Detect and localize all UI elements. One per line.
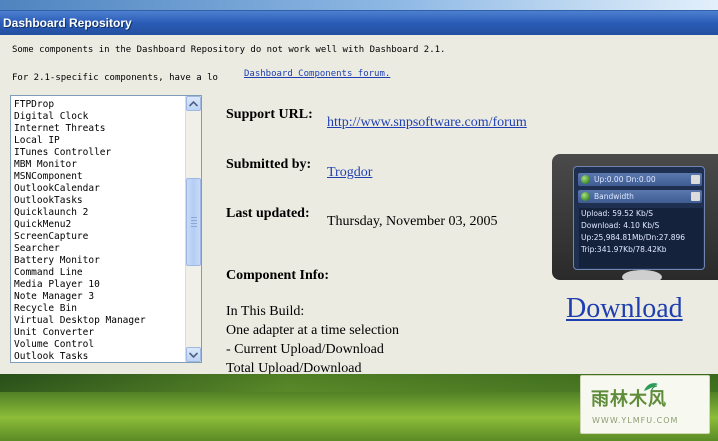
component-list-items: FTPDrop Digital Clock Internet Threats L…	[14, 99, 182, 362]
list-item[interactable]: Searcher	[14, 243, 182, 255]
preview-stand	[622, 270, 662, 280]
preview-speed-text: Up:0.00 Dn:0.00	[594, 175, 656, 184]
list-item[interactable]: Outlook Tasks	[14, 351, 182, 362]
component-list[interactable]: FTPDrop Digital Clock Internet Threats L…	[10, 95, 202, 363]
preview-stat-line: Up:25,984.81Mb/Dn:27.896	[581, 233, 686, 242]
scroll-thumb[interactable]	[186, 178, 201, 266]
list-item[interactable]: Volume Control	[14, 339, 182, 351]
list-item[interactable]: Internet Threats	[14, 123, 182, 135]
list-item[interactable]: OutlookCalendar	[14, 183, 182, 195]
preview-stat-line: Upload: 59.52 Kb/S	[581, 209, 654, 218]
preview-stat-line: Download: 4.10 Kb/S	[581, 221, 660, 230]
download-link[interactable]: Download	[566, 293, 683, 325]
list-item[interactable]: Command Line	[14, 267, 182, 279]
preview-stat-line: Trip:341.97Kb/78.42Kb	[581, 245, 667, 254]
chevron-down-icon	[189, 351, 198, 358]
list-item[interactable]: Media Player 10	[14, 279, 182, 291]
notice-panel: Some components in the Dashboard Reposit…	[0, 35, 718, 95]
last-updated-label: Last updated:	[226, 206, 310, 221]
compatibility-warning: Some components in the Dashboard Reposit…	[12, 45, 446, 55]
list-item[interactable]: MSNComponent	[14, 171, 182, 183]
preview-button-icon	[691, 192, 700, 201]
scroll-up-button[interactable]	[186, 96, 201, 111]
network-globe-icon	[581, 175, 590, 184]
site-watermark-logo: 雨林木风 WWW.YLMFU.COM	[580, 375, 710, 434]
window-titlebar[interactable]: Dashboard Repository	[0, 11, 718, 35]
preview-bandwidth-row: Bandwidth	[578, 190, 702, 203]
scroll-down-button[interactable]	[186, 347, 201, 362]
list-item[interactable]: Local IP	[14, 135, 182, 147]
watermark-title: 雨林木风	[591, 389, 667, 410]
list-item[interactable]: ScreenCapture	[14, 231, 182, 243]
scroll-grip	[191, 217, 197, 227]
forum-hint: For 2.1-specific components, have a lo	[12, 73, 218, 83]
submitter-link[interactable]: Trogdor	[327, 163, 372, 182]
list-item[interactable]: MBM Monitor	[14, 159, 182, 171]
network-globe-icon	[581, 192, 590, 201]
watermark-url: WWW.YLMFU.COM	[592, 416, 679, 425]
build-note-line: One adapter at a time selection	[226, 323, 399, 338]
bandwidth-gadget-preview: Up:0.00 Dn:0.00 Bandwidth Upload: 59.52 …	[573, 166, 705, 270]
support-url-link[interactable]: http://www.snpsoftware.com/forum	[327, 113, 527, 132]
component-info-label: Component Info:	[226, 268, 330, 283]
chevron-up-icon	[189, 100, 198, 107]
list-item[interactable]: Battery Monitor	[14, 255, 182, 267]
list-item[interactable]: QuickMenu2	[14, 219, 182, 231]
desktop: Dashboard Repository Some components in …	[0, 0, 718, 441]
last-updated-value: Thursday, November 03, 2005	[327, 214, 498, 229]
preview-bandwidth-text: Bandwidth	[594, 192, 634, 201]
list-item[interactable]: Unit Converter	[14, 327, 182, 339]
support-url-label: Support URL:	[226, 107, 313, 122]
build-notes: In This Build: One adapter at a time sel…	[226, 302, 399, 378]
list-item[interactable]: Note Manager 3	[14, 291, 182, 303]
component-preview-image: Up:0.00 Dn:0.00 Bandwidth Upload: 59.52 …	[552, 154, 718, 280]
preview-button-icon	[691, 175, 700, 184]
build-note-line: - Current Upload/Download	[226, 342, 384, 357]
dashboard-repository-window: Dashboard Repository Some components in …	[0, 10, 718, 376]
dashboard-components-forum-link[interactable]: Dashboard Components forum.	[244, 69, 391, 79]
list-item[interactable]: FTPDrop	[14, 99, 182, 111]
preview-stats: Upload: 59.52 Kb/S Download: 4.10 Kb/S U…	[579, 208, 703, 268]
submitted-by-label: Submitted by:	[226, 157, 312, 172]
list-item[interactable]: OutlookTasks	[14, 195, 182, 207]
list-item[interactable]: Recycle Bin	[14, 303, 182, 315]
list-item[interactable]: ITunes Controller	[14, 147, 182, 159]
list-item[interactable]: Digital Clock	[14, 111, 182, 123]
list-item[interactable]: Virtual Desktop Manager	[14, 315, 182, 327]
build-note-line: In This Build:	[226, 304, 305, 319]
preview-speed-row: Up:0.00 Dn:0.00	[578, 173, 702, 186]
component-list-scrollbar[interactable]	[185, 96, 201, 362]
list-item[interactable]: Quicklaunch 2	[14, 207, 182, 219]
desktop-sky	[0, 0, 718, 10]
